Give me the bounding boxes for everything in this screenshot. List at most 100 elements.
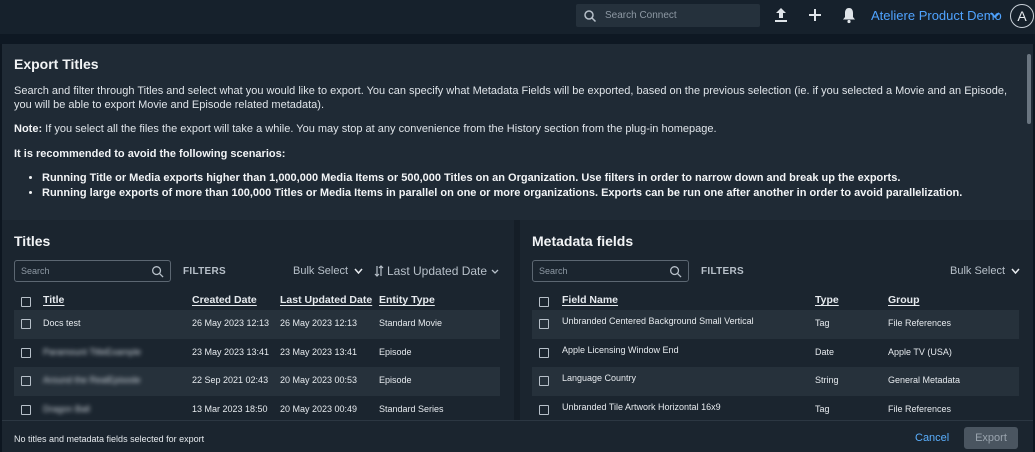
sort-label: Last Updated Date	[387, 264, 488, 278]
title-cell: Paramount TitleExample	[43, 346, 142, 357]
recommendation-item: Running large exports of more than 100,0…	[42, 186, 962, 201]
metadata-heading: Metadata fields	[532, 233, 634, 249]
row-checkbox[interactable]	[21, 319, 31, 329]
recommendation-list: Running Title or Media exports higher th…	[42, 171, 962, 201]
titles-table: Title Created Date Last Updated Date Ent…	[14, 294, 500, 424]
row-checkbox[interactable]	[539, 404, 549, 415]
type-cell: String	[815, 375, 839, 385]
titles-table-header: Title Created Date Last Updated Date Ent…	[14, 294, 500, 310]
entity-type-cell: Standard Movie	[379, 318, 443, 328]
metadata-bulk-select[interactable]: Bulk Select	[950, 265, 1020, 277]
row-checkbox[interactable]	[539, 347, 549, 358]
updated-date-cell: 23 May 2023 13:41	[280, 346, 358, 357]
updated-date-cell: 26 May 2023 12:13	[280, 318, 358, 328]
modal-title: Export Titles	[14, 56, 99, 72]
bulk-select-label: Bulk Select	[950, 265, 1006, 277]
metadata-table: Field Name Type Group Unbranded Centered…	[532, 294, 1019, 424]
search-icon	[584, 9, 597, 22]
row-checkbox[interactable]	[539, 319, 549, 329]
plus-icon[interactable]	[806, 6, 824, 24]
type-cell: Tag	[815, 403, 830, 414]
table-row[interactable]: Unbranded Centered Background Small Vert…	[532, 310, 1019, 339]
updated-date-cell: 20 May 2023 00:53	[280, 375, 358, 385]
modal-scrollbar[interactable]	[1027, 54, 1031, 124]
table-row[interactable]: Around the RealEpisode 22 Sep 2021 02:43…	[14, 367, 500, 396]
field-name-cell: Unbranded Tile Artwork Horizontal 16x9	[562, 401, 721, 412]
search-icon[interactable]	[151, 265, 164, 278]
created-date-cell: 13 Mar 2023 18:50	[192, 403, 268, 414]
group-cell: General Metadata	[888, 375, 961, 385]
title-cell: Docs test	[43, 318, 81, 328]
titles-bulk-select[interactable]: Bulk Select	[293, 265, 363, 277]
recommendation-item: Running Title or Media exports higher th…	[42, 171, 962, 186]
modal-footer: No titles and metadata fields selected f…	[2, 420, 1033, 452]
metadata-filters-button[interactable]: FILTERS	[701, 266, 744, 277]
table-row[interactable]: Docs test 26 May 2023 12:13 26 May 2023 …	[14, 310, 500, 339]
column-header-field-name[interactable]: Field Name	[562, 294, 618, 306]
note-label: Note:	[14, 123, 43, 135]
entity-type-cell: Episode	[379, 346, 412, 357]
global-search-placeholder: Search Connect	[605, 10, 677, 21]
title-cell: Around the RealEpisode	[43, 375, 141, 385]
row-checkbox[interactable]	[21, 404, 31, 415]
cancel-button[interactable]: Cancel	[915, 432, 949, 444]
table-row[interactable]: Language Country String General Metadata	[532, 367, 1019, 396]
sort-icon	[374, 265, 384, 277]
updated-date-cell: 20 May 2023 00:49	[280, 403, 358, 414]
titles-search-placeholder: Search	[21, 266, 50, 276]
global-search-input[interactable]: Search Connect	[576, 4, 760, 27]
titles-heading: Titles	[14, 233, 51, 249]
field-name-cell: Unbranded Centered Background Small Vert…	[562, 316, 754, 326]
column-header-title[interactable]: Title	[43, 294, 64, 306]
modal-intro: Export Titles Search and filter through …	[2, 44, 1033, 220]
group-cell: Apple TV (USA)	[888, 346, 952, 357]
titles-panel: Titles Search FILTERS Bulk Select Last U…	[2, 220, 514, 420]
row-checkbox[interactable]	[21, 347, 31, 358]
table-row[interactable]: Paramount TitleExample 23 May 2023 13:41…	[14, 339, 500, 368]
type-cell: Tag	[815, 318, 830, 328]
upload-icon[interactable]	[772, 6, 790, 24]
table-row[interactable]: Apple Licensing Window End Date Apple TV…	[532, 339, 1019, 368]
column-header-created-date[interactable]: Created Date	[192, 294, 257, 306]
bell-icon[interactable]	[840, 6, 858, 24]
chevron-down-icon[interactable]	[990, 11, 1000, 19]
field-name-cell: Apple Licensing Window End	[562, 344, 679, 355]
created-date-cell: 26 May 2023 12:13	[192, 318, 270, 328]
avatar[interactable]: A	[1010, 4, 1034, 28]
select-all-checkbox[interactable]	[21, 297, 31, 307]
titles-search-input[interactable]: Search	[14, 260, 171, 282]
bulk-select-label: Bulk Select	[293, 265, 349, 277]
group-cell: File References	[888, 403, 952, 414]
top-bar: Search Connect Ateliere Product Demo A	[0, 0, 1035, 34]
search-icon[interactable]	[669, 265, 682, 278]
row-checkbox[interactable]	[21, 376, 31, 386]
column-header-entity-type[interactable]: Entity Type	[379, 294, 435, 306]
entity-type-cell: Episode	[379, 375, 412, 385]
type-cell: Date	[815, 346, 835, 357]
row-checkbox[interactable]	[539, 376, 549, 386]
select-all-checkbox[interactable]	[539, 297, 549, 307]
entity-type-cell: Standard Series	[379, 403, 444, 414]
modal-note: Note: If you select all the files the ex…	[14, 123, 717, 135]
metadata-panel: Metadata fields Search FILTERS Bulk Sele…	[520, 220, 1033, 420]
column-header-group[interactable]: Group	[888, 294, 920, 306]
column-header-last-updated-date[interactable]: Last Updated Date	[280, 294, 372, 306]
titles-filters-button[interactable]: FILTERS	[183, 266, 226, 277]
metadata-table-header: Field Name Type Group	[532, 294, 1019, 310]
group-cell: File References	[888, 318, 952, 328]
chevron-down-icon	[354, 268, 363, 274]
recommendation-heading: It is recommended to avoid the following…	[14, 148, 286, 160]
modal-description: Search and filter through Titles and sel…	[14, 85, 1008, 111]
export-button[interactable]: Export	[964, 427, 1018, 449]
topbar-shadow	[0, 34, 1035, 44]
note-text: If you select all the files the export w…	[42, 123, 717, 135]
field-name-cell: Language Country	[562, 373, 637, 383]
column-header-type[interactable]: Type	[815, 294, 839, 306]
chevron-down-icon	[1011, 268, 1020, 274]
sort-dropdown[interactable]: Last Updated Date	[374, 264, 499, 278]
metadata-search-input[interactable]: Search	[532, 260, 689, 282]
export-titles-modal: Export Titles Search and filter through …	[2, 44, 1033, 452]
created-date-cell: 23 May 2023 13:41	[192, 346, 270, 357]
metadata-search-placeholder: Search	[539, 266, 568, 276]
org-switcher[interactable]: Ateliere Product Demo	[871, 8, 1002, 23]
